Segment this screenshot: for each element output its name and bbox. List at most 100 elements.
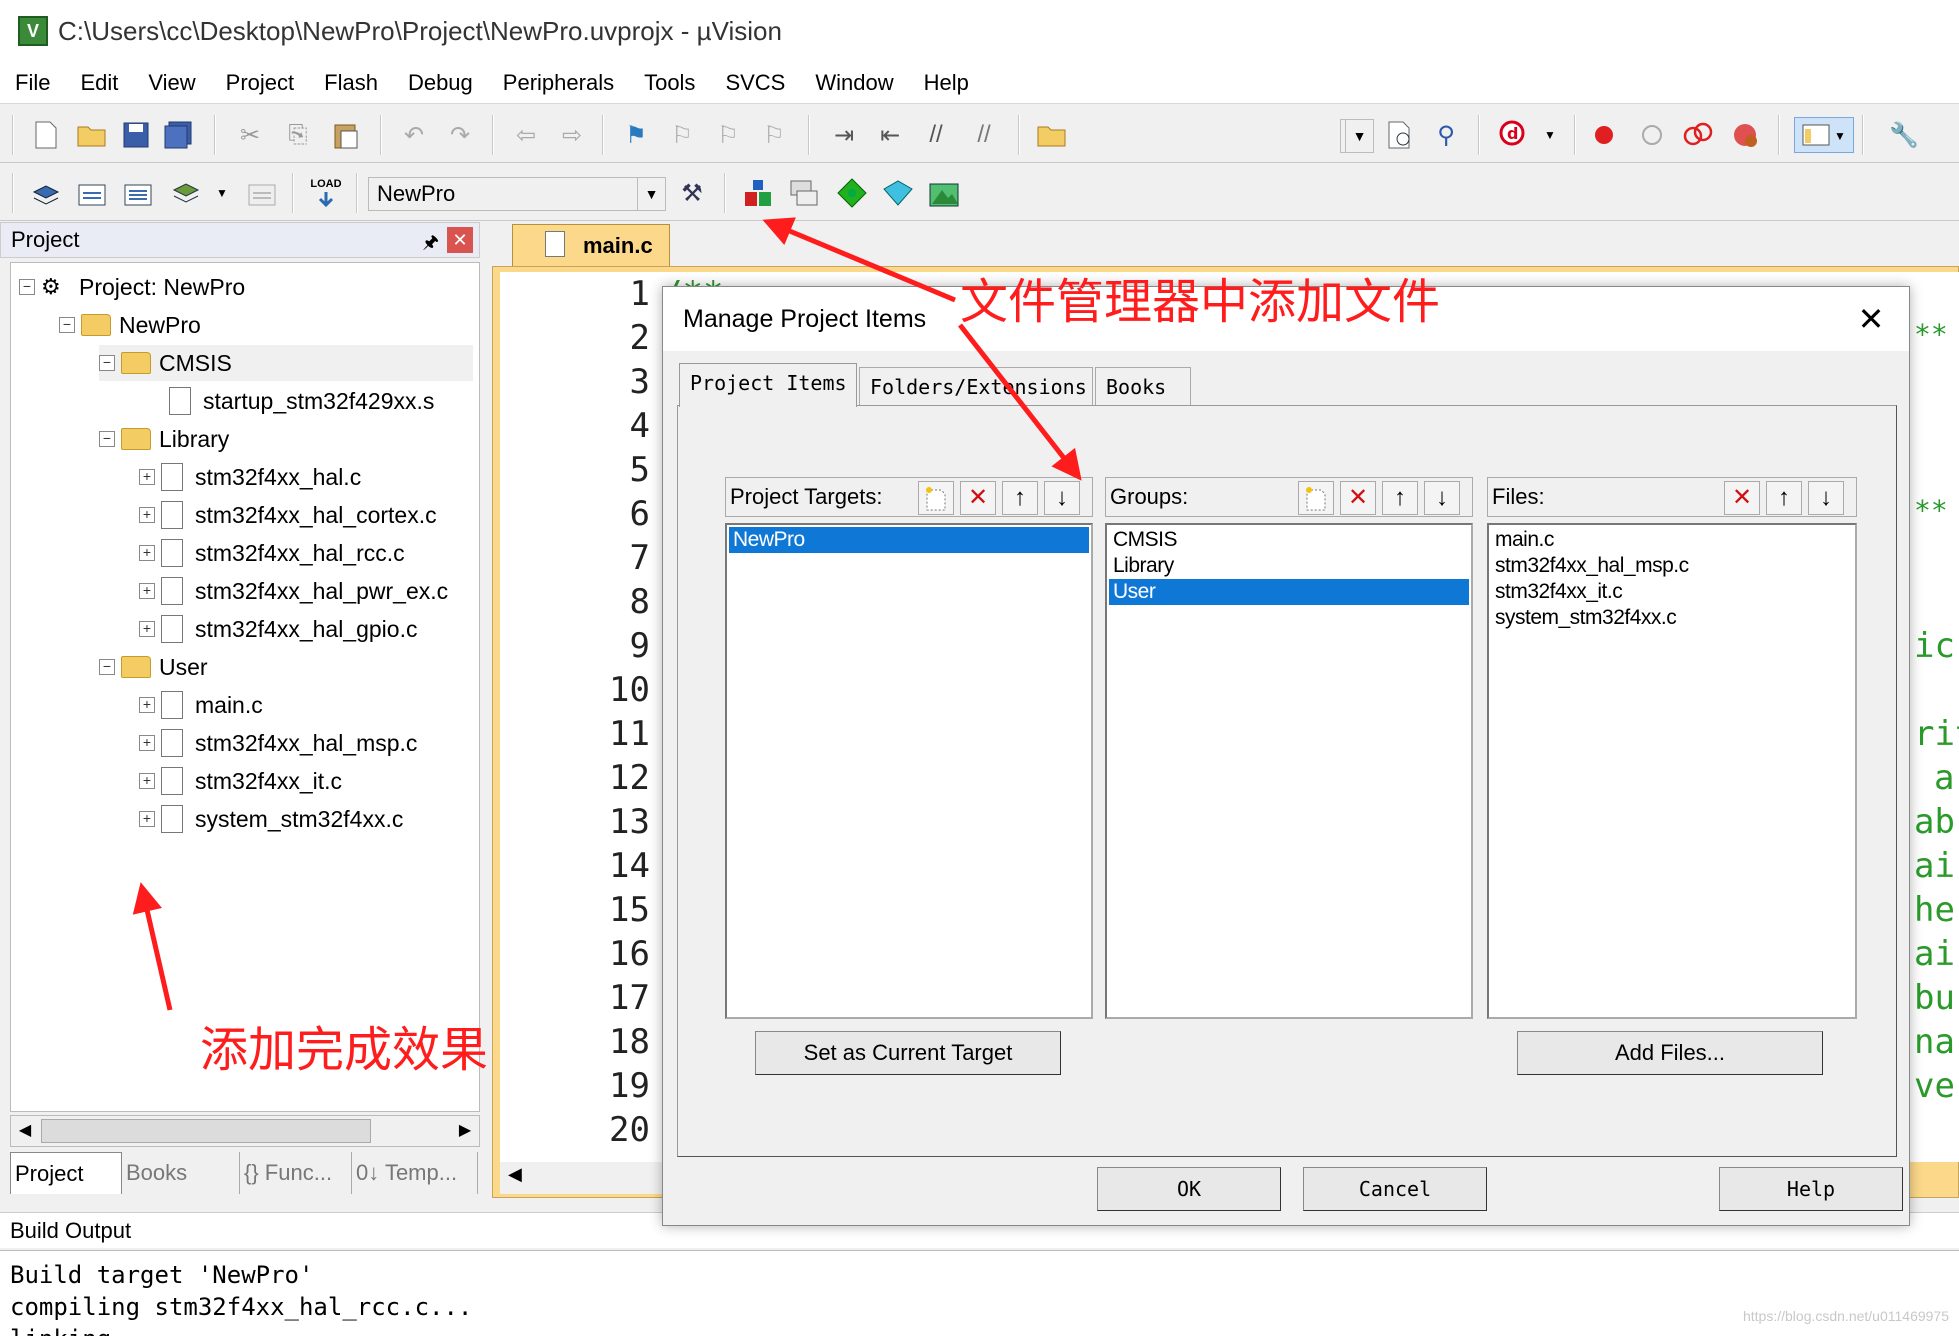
open-folder-icon[interactable] [74,117,110,153]
kill-all-breakpoints-icon[interactable] [1728,117,1764,153]
comment-icon[interactable]: // [918,117,954,153]
paste-icon[interactable] [328,117,364,153]
move-down-icon[interactable]: ↓ [1808,481,1844,515]
files-list[interactable]: main.c stm32f4xx_hal_msp.c stm32f4xx_it.… [1487,523,1857,1019]
list-item[interactable]: NewPro [729,527,1089,553]
indent-icon[interactable]: ⇥ [826,117,862,153]
clear-bookmarks-icon[interactable]: ⚐ [756,117,792,153]
ok-button[interactable]: OK [1097,1167,1281,1211]
new-file-icon[interactable] [28,117,64,153]
rebuild-icon[interactable] [120,175,156,211]
tree-file[interactable]: + stm32f4xx_hal_rcc.c [139,535,405,571]
save-icon[interactable] [118,117,154,153]
menu-peripherals[interactable]: Peripherals [488,70,629,96]
debug-session-icon[interactable]: d [1496,117,1532,153]
tab-templates[interactable]: 0↓ Temp... [352,1152,478,1194]
target-select[interactable]: NewPro ▼ [368,177,666,211]
menu-svcs[interactable]: SVCS [710,70,800,96]
build-icon[interactable] [74,175,110,211]
close-icon[interactable]: ✕ [1851,299,1891,339]
expand-icon[interactable]: + [139,811,155,827]
expand-icon[interactable]: + [139,697,155,713]
expand-icon[interactable]: + [139,507,155,523]
bookmark-icon[interactable]: ⚑ [618,117,654,153]
find-combo[interactable]: ▼ [1340,119,1374,153]
groups-list[interactable]: CMSIS Library User [1105,523,1473,1019]
project-horizontal-scrollbar[interactable]: ◀ ▶ [10,1115,480,1147]
menu-window[interactable]: Window [800,70,908,96]
scroll-left-icon[interactable]: ◀ [508,1164,522,1185]
list-item[interactable]: stm32f4xx_it.c [1491,579,1853,605]
expand-icon[interactable]: + [139,773,155,789]
runtime-environment-icon[interactable] [880,175,916,211]
scroll-right-icon[interactable]: ▶ [451,1116,479,1146]
targets-list[interactable]: NewPro [725,523,1093,1019]
new-target-icon[interactable] [918,481,954,515]
move-down-icon[interactable]: ↓ [1424,481,1460,515]
move-down-icon[interactable]: ↓ [1044,481,1080,515]
set-current-target-button[interactable]: Set as Current Target [755,1031,1061,1075]
menu-edit[interactable]: Edit [65,70,133,96]
target-options-icon[interactable]: ⚒ [674,175,710,211]
tree-file[interactable]: + stm32f4xx_hal_cortex.c [139,497,437,533]
list-item[interactable]: main.c [1491,527,1853,553]
expand-icon[interactable]: + [139,735,155,751]
menu-project[interactable]: Project [211,70,309,96]
tree-root[interactable]: − ⚙ Project: NewPro [19,269,245,305]
scroll-thumb[interactable] [41,1119,371,1143]
cut-icon[interactable]: ✂ [232,117,268,153]
tree-file[interactable]: startup_stm32f429xx.s [169,383,434,419]
menu-help[interactable]: Help [909,70,984,96]
software-components-icon[interactable] [926,175,962,211]
translate-icon[interactable] [28,175,64,211]
nav-back-icon[interactable]: ⇦ [508,117,544,153]
window-layout-icon[interactable]: ▼ [1794,117,1854,153]
next-bookmark-icon[interactable]: ⚐ [710,117,746,153]
incremental-find-icon[interactable]: ⚲ [1428,117,1464,153]
batch-build-icon[interactable] [168,175,204,211]
insert-breakpoint-icon[interactable] [1586,117,1622,153]
delete-group-icon[interactable]: ✕ [1340,481,1376,515]
collapse-icon[interactable]: − [19,279,35,295]
tree-group-cmsis[interactable]: − CMSIS [99,345,473,381]
stop-build-icon[interactable] [244,175,280,211]
find-in-files-icon[interactable] [1034,117,1070,153]
tab-folders-extensions[interactable]: Folders/Extensions [859,367,1093,405]
tree-file[interactable]: + stm32f4xx_hal_msp.c [139,725,417,761]
new-group-icon[interactable] [1298,481,1334,515]
chevron-down-icon[interactable]: ▼ [204,175,240,211]
collapse-icon[interactable]: − [99,355,115,371]
find-icon[interactable] [1382,117,1418,153]
tree-group-user[interactable]: − User [99,649,208,685]
tree-group-library[interactable]: − Library [99,421,229,457]
expand-icon[interactable]: + [139,621,155,637]
collapse-icon[interactable]: − [99,659,115,675]
menu-debug[interactable]: Debug [393,70,488,96]
build-output-log[interactable]: Build target 'NewPro' compiling stm32f4xx… [0,1250,1959,1336]
menu-tools[interactable]: Tools [629,70,710,96]
cancel-button[interactable]: Cancel [1303,1167,1487,1211]
tab-books[interactable]: Books [1095,367,1191,405]
tab-project-items[interactable]: Project Items [679,363,857,407]
pin-icon[interactable]: 🖈 [422,225,439,259]
prev-bookmark-icon[interactable]: ⚐ [664,117,700,153]
tab-functions[interactable]: {} Func... [240,1152,352,1194]
tree-file[interactable]: + stm32f4xx_hal_gpio.c [139,611,417,647]
undo-icon[interactable]: ↶ [396,117,432,153]
disable-all-breakpoints-icon[interactable] [1680,117,1716,153]
tree-file[interactable]: + stm32f4xx_hal.c [139,459,361,495]
manage-project-items-icon[interactable] [740,175,776,211]
move-up-icon[interactable]: ↑ [1002,481,1038,515]
enable-breakpoint-icon[interactable] [1634,117,1670,153]
list-item[interactable]: system_stm32f4xx.c [1491,605,1853,631]
tree-file[interactable]: + stm32f4xx_it.c [139,763,342,799]
close-icon[interactable]: ✕ [447,227,473,253]
pack-installer-icon[interactable] [834,175,870,211]
add-files-button[interactable]: Add Files... [1517,1031,1823,1075]
menu-view[interactable]: View [133,70,210,96]
move-up-icon[interactable]: ↑ [1766,481,1802,515]
list-item[interactable]: User [1109,579,1469,605]
help-button[interactable]: Help [1719,1167,1903,1211]
tab-main-c[interactable]: main.c [512,224,670,266]
tree-file[interactable]: + system_stm32f4xx.c [139,801,403,837]
